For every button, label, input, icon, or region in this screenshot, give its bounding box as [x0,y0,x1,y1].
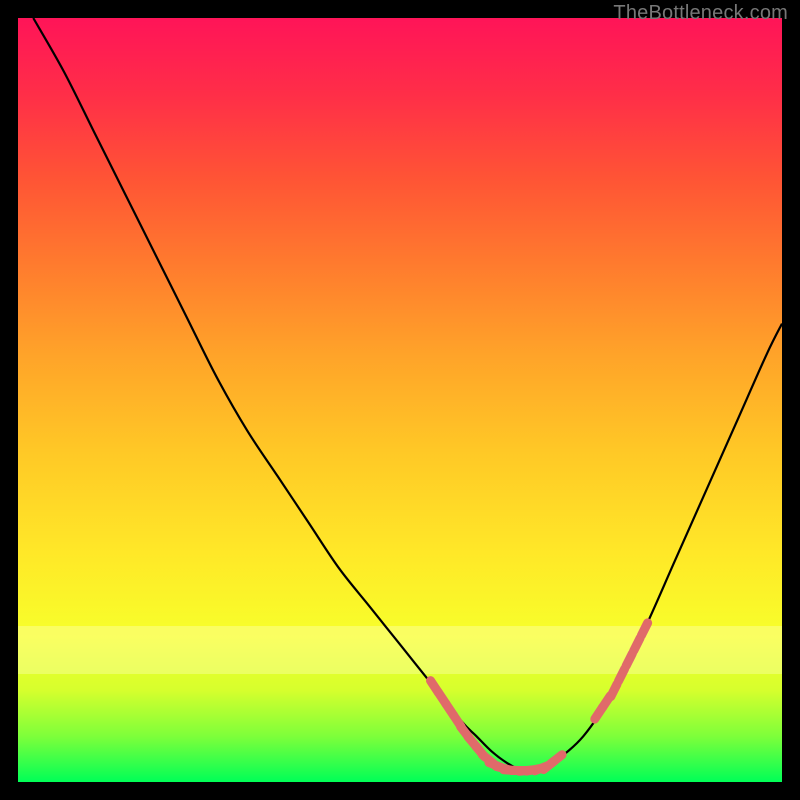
bottleneck-curve [33,18,782,771]
curve-layer [18,18,782,782]
attribution-text: TheBottleneck.com [613,2,788,25]
bottom-floor-markers-seg [551,755,562,764]
plot-area [18,18,782,782]
right-ascent-markers-seg [634,638,640,651]
right-ascent-markers-seg [641,623,647,636]
chart-container: TheBottleneck.com [0,0,800,800]
right-ascent-markers-seg [626,654,632,667]
right-ascent-markers-seg [618,669,624,682]
right-ascent-markers-seg [611,684,617,697]
